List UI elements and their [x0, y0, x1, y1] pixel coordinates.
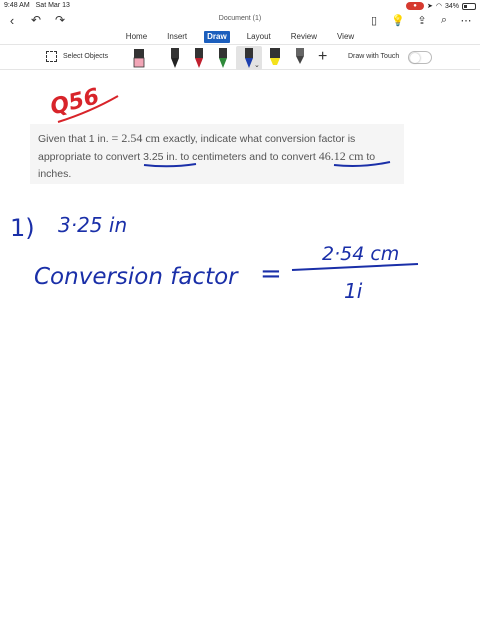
- handwritten-equals-sign: =: [260, 259, 282, 289]
- underline-3-25-in: [143, 163, 197, 168]
- ink-layer: Q56 1) 3·25 in Conversion factor = 2·54 …: [10, 84, 419, 303]
- handwritten-q56-label: Q56: [48, 84, 102, 120]
- handwritten-conversion-label: Conversion factor: [34, 264, 239, 290]
- underline-46-12-cm: [333, 161, 391, 167]
- handwritten-numerator: 2·54 cm: [322, 243, 399, 265]
- handwritten-item-number: 1): [10, 214, 35, 242]
- handwritten-given-value: 3·25 in: [58, 213, 127, 237]
- handwritten-denominator: 1i: [344, 279, 363, 303]
